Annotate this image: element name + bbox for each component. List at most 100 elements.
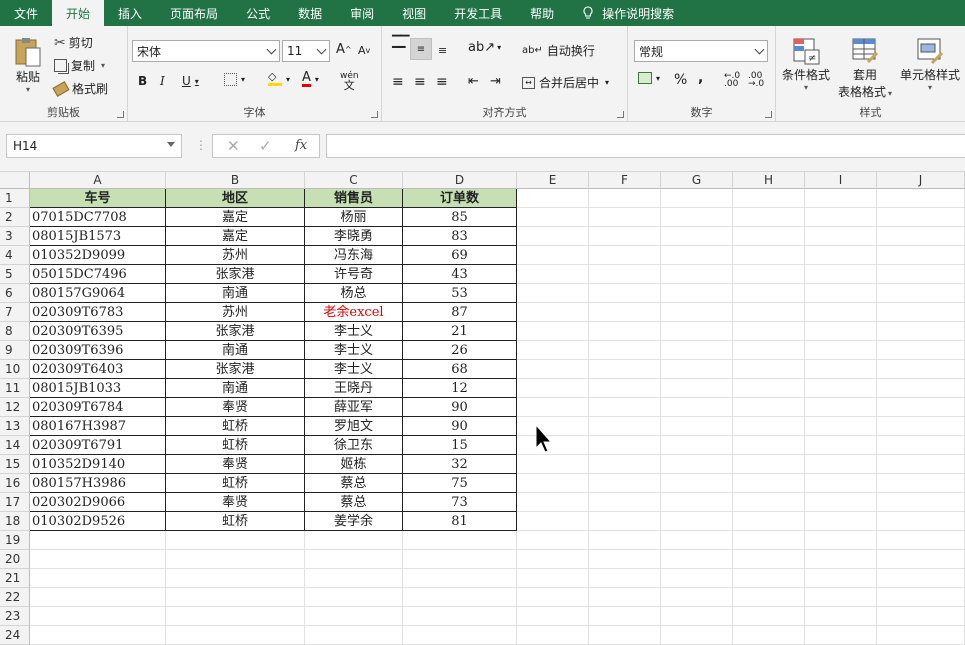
- table-cell[interactable]: 蔡总: [305, 474, 403, 493]
- empty-cell[interactable]: [661, 607, 733, 626]
- empty-cell[interactable]: [877, 493, 965, 512]
- tab-view[interactable]: 视图: [388, 0, 440, 26]
- row-header[interactable]: 4: [0, 246, 30, 265]
- empty-cell[interactable]: [517, 436, 589, 455]
- table-cell[interactable]: 010352D9099: [30, 246, 166, 265]
- row-header[interactable]: 18: [0, 512, 30, 531]
- tab-developer[interactable]: 开发工具: [440, 0, 516, 26]
- empty-cell[interactable]: [30, 607, 166, 626]
- empty-cell[interactable]: [589, 626, 661, 645]
- empty-cell[interactable]: [517, 455, 589, 474]
- empty-cell[interactable]: [517, 189, 589, 208]
- table-cell[interactable]: 010352D9140: [30, 455, 166, 474]
- empty-cell[interactable]: [877, 550, 965, 569]
- empty-cell[interactable]: [517, 588, 589, 607]
- table-cell[interactable]: 69: [403, 246, 517, 265]
- empty-cell[interactable]: [166, 588, 305, 607]
- table-cell[interactable]: 080157G9064: [30, 284, 166, 303]
- empty-cell[interactable]: [589, 607, 661, 626]
- empty-cell[interactable]: [877, 607, 965, 626]
- empty-cell[interactable]: [517, 208, 589, 227]
- empty-cell[interactable]: [403, 588, 517, 607]
- empty-cell[interactable]: [805, 284, 877, 303]
- table-cell[interactable]: 老余excel: [305, 303, 403, 322]
- table-cell[interactable]: 73: [403, 493, 517, 512]
- empty-cell[interactable]: [733, 474, 805, 493]
- empty-cell[interactable]: [877, 455, 965, 474]
- increase-font-button[interactable]: A ^: [336, 42, 352, 57]
- empty-cell[interactable]: [517, 246, 589, 265]
- empty-cell[interactable]: [589, 436, 661, 455]
- empty-cell[interactable]: [589, 227, 661, 246]
- insert-function-button[interactable]: fx: [295, 138, 307, 153]
- empty-cell[interactable]: [733, 379, 805, 398]
- empty-cell[interactable]: [733, 588, 805, 607]
- empty-cell[interactable]: [589, 569, 661, 588]
- empty-cell[interactable]: [733, 246, 805, 265]
- table-cell[interactable]: 许号奇: [305, 265, 403, 284]
- table-cell[interactable]: 奉贤: [166, 493, 305, 512]
- empty-cell[interactable]: [661, 474, 733, 493]
- empty-cell[interactable]: [805, 379, 877, 398]
- empty-cell[interactable]: [589, 379, 661, 398]
- empty-cell[interactable]: [733, 569, 805, 588]
- table-cell[interactable]: 李士义: [305, 322, 403, 341]
- empty-cell[interactable]: [805, 360, 877, 379]
- row-header[interactable]: 17: [0, 493, 30, 512]
- font-name-select[interactable]: 宋体: [132, 40, 280, 62]
- empty-cell[interactable]: [305, 626, 403, 645]
- column-header[interactable]: G: [661, 172, 733, 189]
- empty-cell[interactable]: [877, 227, 965, 246]
- select-all-corner[interactable]: [0, 172, 30, 189]
- table-cell[interactable]: 奉贤: [166, 398, 305, 417]
- column-header[interactable]: I: [805, 172, 877, 189]
- row-header[interactable]: 19: [0, 531, 30, 550]
- empty-cell[interactable]: [733, 550, 805, 569]
- empty-cell[interactable]: [517, 398, 589, 417]
- font-size-select[interactable]: 11: [282, 40, 330, 62]
- table-cell[interactable]: 21: [403, 322, 517, 341]
- row-header[interactable]: 3: [0, 227, 30, 246]
- name-box[interactable]: H14: [6, 134, 182, 158]
- empty-cell[interactable]: [733, 626, 805, 645]
- align-top-button[interactable]: ▔▔ ━━: [392, 36, 409, 53]
- fill-color-button[interactable]: ◇ ▾: [268, 71, 290, 86]
- cancel-icon[interactable]: ✕: [227, 137, 240, 155]
- empty-cell[interactable]: [733, 322, 805, 341]
- row-header[interactable]: 13: [0, 417, 30, 436]
- empty-cell[interactable]: [805, 569, 877, 588]
- increase-indent-button[interactable]: ⇥: [490, 74, 501, 89]
- row-header[interactable]: 1: [0, 189, 30, 208]
- empty-cell[interactable]: [589, 493, 661, 512]
- row-header[interactable]: 21: [0, 569, 30, 588]
- table-cell[interactable]: 奉贤: [166, 455, 305, 474]
- table-cell[interactable]: 嘉定: [166, 227, 305, 246]
- phonetic-button[interactable]: wén 文: [340, 72, 359, 92]
- empty-cell[interactable]: [661, 246, 733, 265]
- table-cell[interactable]: 26: [403, 341, 517, 360]
- empty-cell[interactable]: [166, 550, 305, 569]
- row-header[interactable]: 8: [0, 322, 30, 341]
- empty-cell[interactable]: [166, 569, 305, 588]
- table-cell[interactable]: 姬栋: [305, 455, 403, 474]
- empty-cell[interactable]: [877, 208, 965, 227]
- row-header[interactable]: 22: [0, 588, 30, 607]
- empty-cell[interactable]: [733, 341, 805, 360]
- empty-cell[interactable]: [305, 607, 403, 626]
- empty-cell[interactable]: [403, 531, 517, 550]
- row-header[interactable]: 10: [0, 360, 30, 379]
- empty-cell[interactable]: [517, 322, 589, 341]
- empty-cell[interactable]: [661, 569, 733, 588]
- table-header-cell[interactable]: 车号: [30, 189, 166, 208]
- empty-cell[interactable]: [877, 379, 965, 398]
- empty-cell[interactable]: [517, 341, 589, 360]
- empty-cell[interactable]: [589, 417, 661, 436]
- empty-cell[interactable]: [517, 474, 589, 493]
- tab-review[interactable]: 审阅: [336, 0, 388, 26]
- row-header[interactable]: 2: [0, 208, 30, 227]
- empty-cell[interactable]: [517, 303, 589, 322]
- empty-cell[interactable]: [517, 607, 589, 626]
- empty-cell[interactable]: [305, 531, 403, 550]
- empty-cell[interactable]: [589, 341, 661, 360]
- row-header[interactable]: 11: [0, 379, 30, 398]
